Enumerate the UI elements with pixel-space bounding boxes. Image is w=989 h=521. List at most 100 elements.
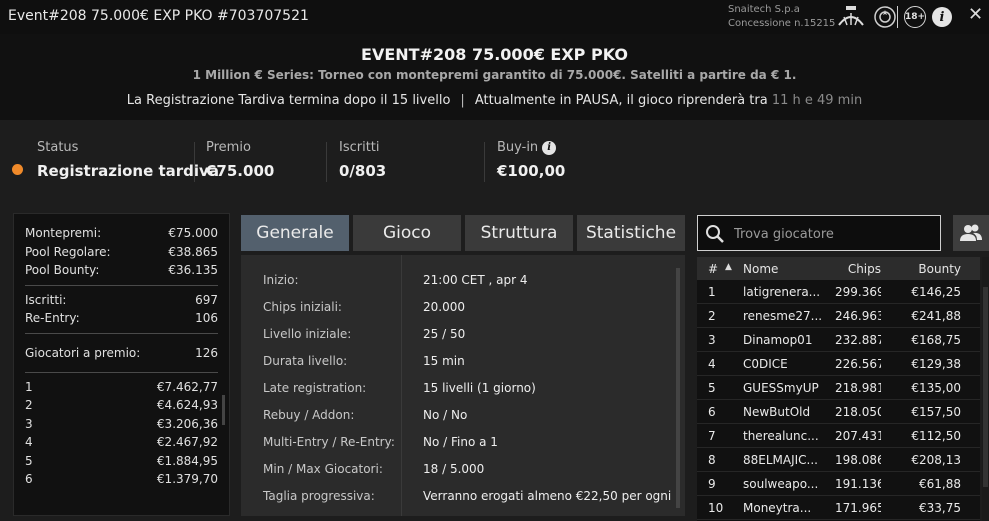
player-chips: 198.086 [835, 453, 881, 467]
stat-divider [484, 142, 485, 182]
search-input[interactable] [734, 225, 934, 243]
col-num-header[interactable]: # [708, 262, 718, 276]
payout-amount: €2.467,92 [156, 435, 218, 450]
table-row[interactable]: 2 renesme27... 246.963 €241,88 [697, 304, 980, 328]
player-name: renesme27... [743, 309, 823, 323]
general-scrollbar[interactable] [676, 268, 680, 508]
table-row[interactable]: 7 therealunc... 207.431 €112,50 [697, 424, 980, 448]
paid-players-label: Giocatori a premio: [25, 345, 141, 360]
pause-text: Attualmente in PAUSA, il gioco riprender… [474, 93, 768, 108]
info-icon[interactable]: i [932, 7, 952, 27]
status-value: Registrazione tardiva [37, 162, 219, 180]
window-title: Event#208 75.000€ EXP PKO #703707521 [8, 8, 309, 24]
event-title: EVENT#208 75.000€ EXP PKO [361, 45, 628, 64]
payout-row: 3 €3.206,36 [25, 415, 218, 434]
player-chips: 207.431 [835, 429, 881, 443]
players-table: # ▲ Nome Chips Bounty 1 latigrenera... 299… [697, 257, 980, 521]
status-block: Status Registrazione tardiva [37, 140, 219, 180]
prize-pool-value: €75.000 [168, 226, 218, 241]
prize-value: €75.000 [206, 162, 275, 180]
regular-pool-label: Pool Regolare: [25, 244, 111, 259]
stat-divider [326, 142, 327, 182]
tab-gioco[interactable]: Gioco [353, 215, 461, 251]
player-rank: 4 [708, 357, 716, 371]
tab-statistiche[interactable]: Statistiche [577, 215, 685, 251]
payout-row: 1 €7.462,77 [25, 378, 218, 397]
bounty-pool-value: €36.135 [168, 263, 218, 278]
info-row-level: Livello iniziale: 25 / 50 [241, 321, 685, 348]
table-row[interactable]: 1 latigrenera... 299.369 €146,25 [697, 280, 980, 304]
table-row[interactable]: 8 88ELMAJIC... 198.086 €208,13 [697, 448, 980, 472]
players-button[interactable] [953, 215, 989, 251]
tab-struttura[interactable]: Struttura [465, 215, 573, 251]
brand-line-1: Snaitech S.p.a [728, 4, 800, 15]
table-row[interactable]: 6 NewButOld 218.050 €157,50 [697, 400, 980, 424]
player-bounty: €146,25 [911, 285, 961, 299]
prize-pool-label: Montepremi: [25, 226, 102, 241]
event-info: La Registrazione Tardiva termina dopo il… [0, 93, 989, 108]
player-chips: 171.965 [835, 501, 881, 515]
player-rank: 3 [708, 333, 716, 347]
regular-pool-value: €38.865 [168, 244, 218, 259]
table-row[interactable]: 5 GUESSmyUP 218.981 €135,00 [697, 376, 980, 400]
bounty-pool-label: Pool Bounty: [25, 263, 100, 278]
player-chips: 218.981 [835, 381, 881, 395]
players-scrollbar[interactable] [982, 257, 989, 521]
payout-row: 6 €1.379,70 [25, 470, 218, 489]
player-name: GUESSmyUP [743, 381, 819, 395]
player-name: 88ELMAJIC... [743, 453, 818, 467]
table-row[interactable]: 10 Moneytra... 171.965 €33,75 [697, 496, 980, 520]
prize-label: Premio [206, 140, 251, 155]
info-separator: | [460, 93, 465, 108]
payout-amount: €4.624,93 [156, 398, 218, 413]
table-row[interactable]: 4 C0DICE 226.567 €129,38 [697, 352, 980, 376]
info-row-progressive: Taglia progressiva: Verranno erogati alme… [241, 483, 685, 510]
tab-generale[interactable]: Generale [241, 215, 349, 251]
player-chips: 191.136 [835, 477, 881, 491]
divider [25, 332, 218, 334]
info-row-start: Inizio: 21:00 CET , apr 4 [241, 267, 685, 294]
registered-label: Iscritti [339, 140, 380, 155]
info-row-players: Min / Max Giocatori: 18 / 5.000 [241, 456, 685, 483]
player-rank: 7 [708, 429, 716, 443]
payout-place: 6 [25, 472, 33, 487]
users-icon [960, 224, 982, 241]
player-bounty: €241,88 [911, 309, 961, 323]
entrants-row: Iscritti: 697 [25, 291, 218, 310]
player-rank: 1 [708, 285, 716, 299]
buyin-label: Buy-in i [497, 140, 565, 155]
status-dot [12, 164, 23, 175]
sort-asc-icon[interactable]: ▲ [725, 262, 732, 272]
age-18-icon: 18+ [904, 6, 926, 28]
late-reg-text: La Registrazione Tardiva termina dopo il… [126, 93, 451, 108]
table-row[interactable]: 3 Dinamop01 232.887 €168,75 [697, 328, 980, 352]
buyin-info-icon[interactable]: i [542, 140, 557, 155]
player-bounty: €61,88 [919, 477, 961, 491]
prize-pool-row: Montepremi: €75.000 [25, 224, 218, 243]
col-chips-header[interactable]: Chips [835, 262, 881, 276]
adm-logo-icon [838, 6, 864, 26]
general-info-panel: Inizio: 21:00 CET , apr 4 Chips iniziali:… [241, 255, 685, 516]
info-row-duration: Durata livello: 15 min [241, 348, 685, 375]
player-bounty: €208,13 [911, 453, 961, 467]
info-row-multientry: Multi-Entry / Re-Entry: No / Fino a 1 [241, 429, 685, 456]
player-rank: 5 [708, 381, 716, 395]
col-name-header[interactable]: Nome [743, 262, 831, 276]
scrollbar-thumb[interactable] [983, 287, 988, 487]
payout-row: 2 €4.624,93 [25, 396, 218, 415]
close-icon[interactable]: ✕ [968, 4, 983, 25]
player-rank: 8 [708, 453, 716, 467]
player-rank: 2 [708, 309, 716, 323]
payout-scrollbar[interactable] [222, 395, 225, 425]
player-chips: 299.369 [835, 285, 881, 299]
player-bounty: €129,38 [911, 357, 961, 371]
info-row-late-reg: Late registration: 15 livelli (1 giorno) [241, 375, 685, 402]
buyin-value: €100,00 [497, 162, 566, 180]
info-key: Rebuy / Addon: [263, 408, 355, 422]
title-bar: Event#208 75.000€ EXP PKO #703707521 Sna… [0, 0, 989, 34]
table-row[interactable]: 9 soulweapo... 191.136 €61,88 [697, 472, 980, 496]
col-bounty-header[interactable]: Bounty [897, 262, 961, 276]
info-key: Multi-Entry / Re-Entry: [263, 435, 395, 449]
payout-place: 1 [25, 379, 33, 394]
player-chips: 218.050 [835, 405, 881, 419]
